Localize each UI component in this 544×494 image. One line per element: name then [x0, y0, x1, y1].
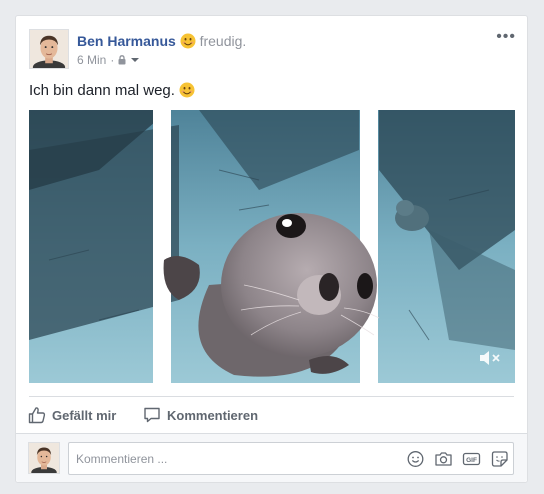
camera-icon[interactable]	[434, 450, 453, 468]
more-options-button[interactable]: •••	[496, 29, 516, 45]
comment-field: GIF	[68, 442, 514, 475]
gif-label: GIF	[466, 457, 477, 464]
comment-composer: GIF	[16, 433, 527, 482]
lock-icon[interactable]	[118, 55, 126, 65]
feeling-text[interactable]: freudig.	[200, 33, 247, 49]
emoji-icon[interactable]	[406, 450, 425, 468]
comment-input[interactable]	[69, 443, 399, 474]
chevron-down-icon[interactable]	[130, 56, 140, 64]
mute-icon[interactable]	[479, 350, 501, 366]
current-user-avatar[interactable]	[28, 442, 60, 474]
post-meta: 6 Min ·	[77, 52, 140, 68]
author-line: Ben Harmanus freudig.	[77, 32, 246, 50]
author-avatar[interactable]	[29, 29, 69, 69]
comment-button[interactable]: Kommentieren	[143, 403, 258, 427]
post-gif[interactable]	[29, 110, 515, 383]
meta-separator: ·	[110, 53, 115, 67]
comment-tools: GIF	[406, 450, 509, 468]
like-button[interactable]: Gefällt mir	[28, 403, 116, 427]
post-timestamp[interactable]: 6 Min	[77, 52, 106, 68]
avatar-portrait	[29, 443, 59, 473]
news-feed-post: Ben Harmanus freudig. 6 Min · ••• Ich bi…	[15, 15, 528, 483]
post-text: Ich bin dann mal weg.	[29, 81, 195, 101]
sticker-icon[interactable]	[490, 450, 509, 468]
thumbs-up-icon	[28, 407, 46, 424]
comment-label: Kommentieren	[167, 407, 259, 423]
speech-bubble-icon	[144, 407, 160, 423]
actions-divider	[29, 396, 514, 397]
post-message: Ich bin dann mal weg.	[29, 82, 175, 99]
seal-underwater-image	[29, 110, 515, 383]
author-name[interactable]: Ben Harmanus	[77, 33, 176, 49]
smiley-face-icon	[180, 33, 196, 49]
avatar-portrait	[30, 30, 68, 68]
smiley-face-icon	[179, 82, 195, 98]
gif-icon[interactable]: GIF	[462, 450, 481, 468]
like-label: Gefällt mir	[52, 407, 117, 423]
